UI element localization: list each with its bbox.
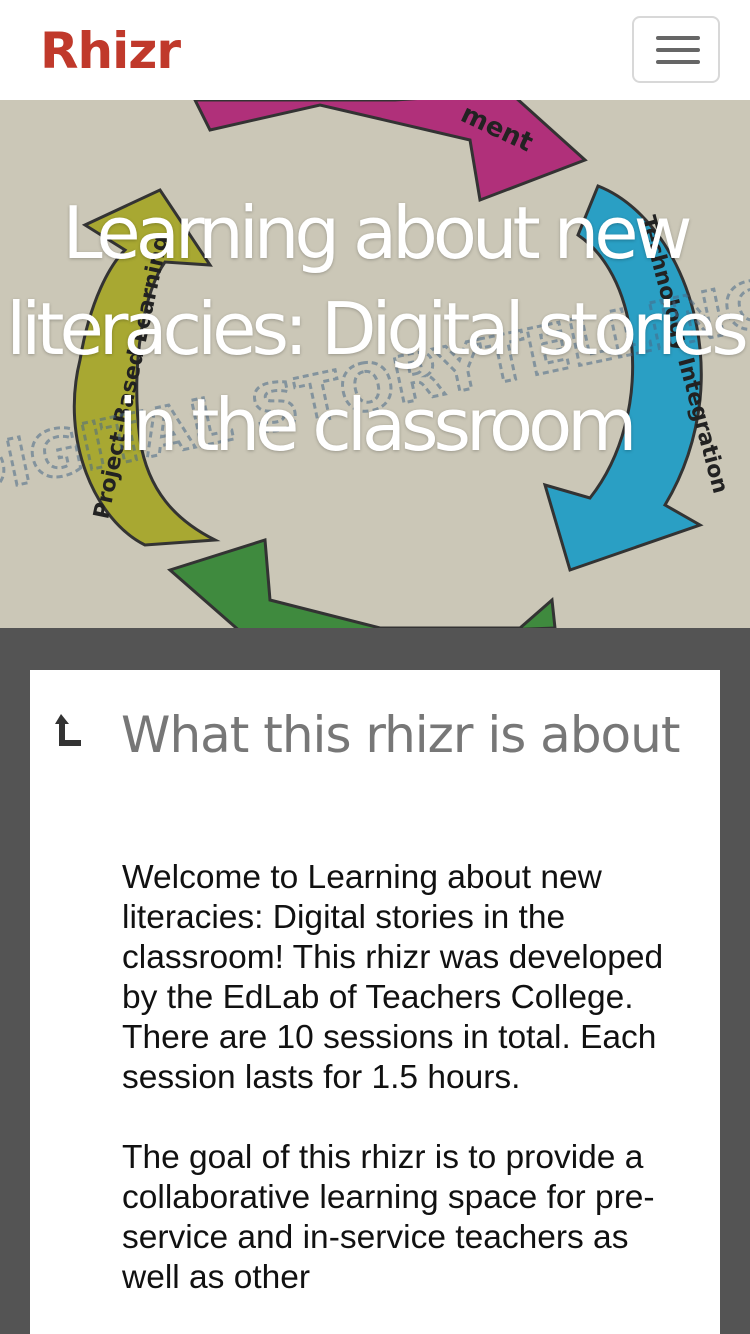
hamburger-icon — [656, 36, 700, 40]
hero-banner: ment Project-Based Learning Technology I… — [0, 100, 750, 628]
about-title: What this rhizr is about — [121, 706, 680, 764]
green-arrow-shape — [167, 538, 557, 628]
about-paragraph: Welcome to Learning about new literacies… — [122, 859, 664, 1096]
hamburger-menu-button[interactable] — [632, 16, 720, 83]
about-card: What this rhizr is about Welcome to Lear… — [30, 670, 720, 1334]
brand-logo-link[interactable]: Rhizr — [40, 20, 181, 82]
hamburger-icon-bar — [656, 60, 700, 64]
about-paragraph: The goal of this rhizr is to provide a c… — [122, 1139, 655, 1296]
hamburger-icon-bar — [656, 48, 700, 52]
about-description: Welcome to Learning about new literacies… — [122, 858, 692, 1334]
navbar: Rhizr — [0, 0, 750, 100]
hero-title: Learning about new literacies: Digital s… — [6, 191, 748, 467]
level-up-icon — [55, 714, 81, 746]
